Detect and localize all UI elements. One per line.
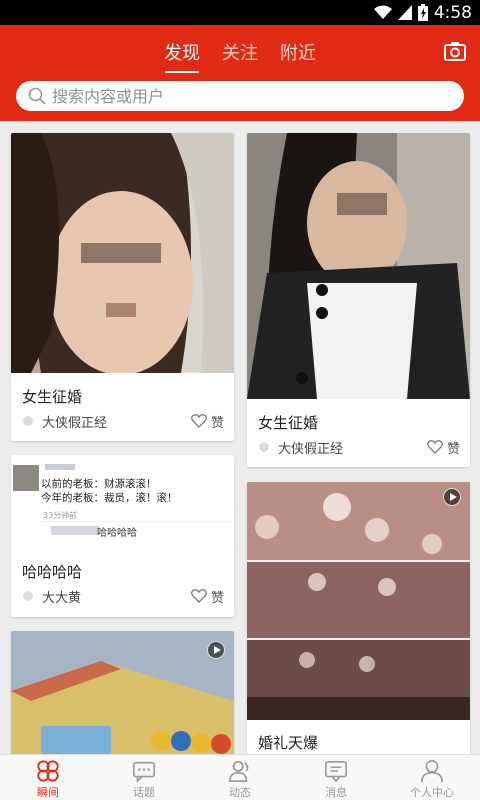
post-time: 33分钟前	[43, 511, 78, 520]
status-bar: 4:58	[0, 0, 480, 25]
nav-messages[interactable]: 消息	[288, 755, 384, 800]
heart-icon	[191, 414, 207, 428]
camera-icon[interactable]	[444, 40, 466, 62]
card-title: 婚礼天爆	[258, 734, 319, 752]
like-button[interactable]: 赞	[427, 438, 460, 457]
card-title: 女生征婚	[22, 388, 83, 406]
search-input[interactable]	[52, 86, 432, 106]
card-author: 大侠假正经	[278, 441, 344, 457]
messages-icon	[325, 760, 347, 783]
like-label: 赞	[210, 415, 224, 431]
avatar	[259, 442, 269, 452]
nav-topics[interactable]: 话题	[96, 755, 192, 800]
topics-icon	[133, 761, 155, 783]
card-image	[247, 133, 470, 399]
feed-card[interactable]: 以前的老板：财源滚滚！ 今年的老板：裁员，滚！滚！ 33分钟前 哈哈哈哈 哈哈哈…	[11, 455, 234, 617]
card-meta: 大侠假正经 赞	[258, 437, 460, 457]
nav-activity[interactable]: 动态	[192, 755, 288, 800]
tab-discover[interactable]: 发现	[164, 39, 200, 73]
nav-moments[interactable]: 瞬间	[0, 755, 96, 800]
nav-label: 动态	[229, 786, 251, 799]
battery-icon	[417, 4, 428, 21]
card-image	[11, 631, 234, 754]
top-tabs: 发现 关注 附近	[0, 39, 480, 73]
play-icon[interactable]	[207, 641, 225, 659]
search-bar[interactable]	[16, 81, 464, 111]
avatar	[23, 416, 33, 426]
card-meta: 大侠假正经 赞	[22, 411, 224, 431]
card-image	[247, 482, 470, 720]
bottom-nav: 瞬间 话题 动态 消息 个人中心	[0, 754, 480, 800]
heart-icon	[191, 589, 207, 603]
avatar	[23, 591, 33, 601]
heart-icon	[427, 440, 443, 454]
like-button[interactable]: 赞	[191, 412, 224, 431]
app-header: 发现 关注 附近	[0, 25, 480, 121]
post-text: 以前的老板：财源滚滚！ 今年的老板：裁员，滚！滚！	[41, 478, 178, 504]
card-image: 以前的老板：财源滚滚！ 今年的老板：裁员，滚！滚！ 33分钟前 哈哈哈哈	[11, 455, 234, 549]
like-label: 赞	[210, 590, 224, 606]
post-avatar	[13, 465, 39, 491]
card-author: 大侠假正经	[42, 415, 108, 431]
profile-icon	[421, 760, 443, 783]
card-title: 女生征婚	[258, 414, 319, 432]
nav-label: 瞬间	[37, 786, 59, 799]
card-title: 哈哈哈哈	[22, 563, 83, 581]
play-icon[interactable]	[443, 488, 461, 506]
card-meta: 大大黄 赞	[22, 586, 224, 606]
like-button[interactable]: 赞	[191, 587, 224, 606]
search-icon	[28, 87, 46, 105]
card-author: 大大黄	[42, 590, 82, 606]
feed-card[interactable]	[11, 631, 234, 754]
feed-card[interactable]: 女生征婚 大侠假正经 赞	[247, 133, 470, 467]
nav-profile[interactable]: 个人中心	[384, 755, 480, 800]
feed-card[interactable]: 婚礼天爆	[247, 482, 470, 754]
feed-card[interactable]: 女生征婚 大侠假正经 赞	[11, 133, 234, 441]
activity-icon	[229, 760, 249, 782]
tab-following[interactable]: 关注	[222, 39, 258, 73]
feed[interactable]: 女生征婚 大侠假正经 赞 女生征婚 大侠假正经 赞 以前的老板：财源滚滚！ 今年…	[0, 121, 480, 754]
status-time: 4:58	[433, 2, 472, 23]
post-comment: 哈哈哈哈	[97, 528, 137, 539]
nav-label: 消息	[325, 786, 347, 799]
tab-nearby[interactable]: 附近	[280, 39, 316, 73]
signal-icon	[397, 5, 412, 20]
wifi-icon	[373, 5, 392, 19]
card-image	[11, 133, 234, 373]
like-label: 赞	[446, 441, 460, 457]
moments-icon	[37, 760, 59, 782]
nav-label: 话题	[133, 786, 155, 799]
nav-label: 个人中心	[410, 786, 454, 799]
